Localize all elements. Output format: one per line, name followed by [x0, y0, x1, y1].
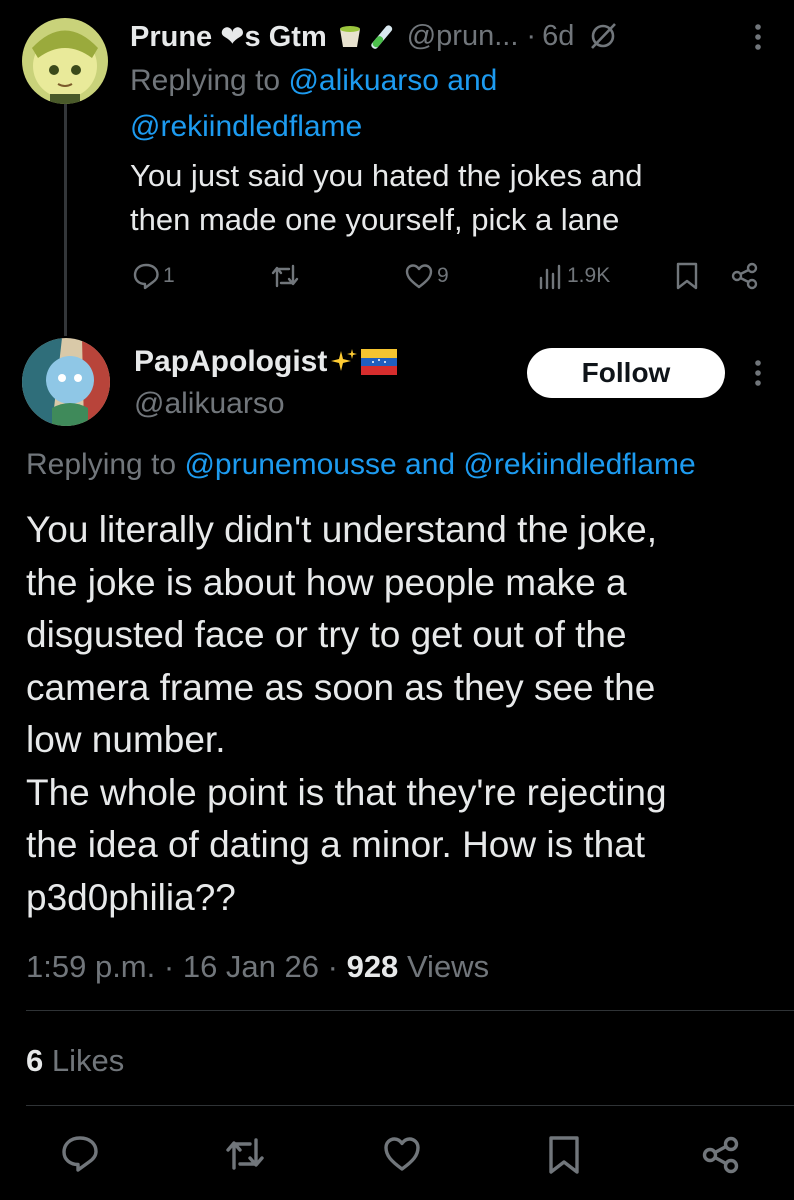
reply-button[interactable]: 1 [132, 254, 175, 298]
tweet-text-line: p3d0philia?? [26, 876, 236, 918]
tweet-text-line: disgusted face or try to get out of the [26, 614, 627, 655]
replying-label: Replying to [130, 64, 281, 97]
bookmark-button[interactable] [546, 1134, 582, 1176]
reply-icon [62, 1136, 98, 1172]
tweet-text-line: low number. [26, 719, 226, 760]
tweet-text-line: the joke is about how people make a [26, 561, 627, 603]
replying-label: Replying to [26, 448, 177, 481]
avatar[interactable] [22, 18, 108, 104]
tweet-text: You literally didn't understand the joke… [26, 504, 786, 924]
likes-count: 6 [26, 1043, 44, 1078]
separator-dot: · [163, 949, 175, 984]
thread-line [64, 104, 67, 336]
bookmark-button[interactable] [674, 254, 700, 298]
more-options-icon[interactable] [748, 356, 768, 390]
analytics-icon [538, 262, 564, 290]
bookmark-icon [674, 261, 700, 291]
like-button[interactable]: 9 [404, 254, 449, 298]
reply-header: Prune ❤s Gtm @prun... · 6d [130, 14, 618, 58]
reply-icon [132, 262, 160, 290]
repost-button[interactable] [270, 254, 300, 298]
heart-icon [384, 1137, 420, 1171]
repost-icon [226, 1138, 264, 1170]
share-button[interactable] [700, 1134, 742, 1176]
reply-text-line: then made one yourself, pick a lane [130, 202, 620, 237]
display-name[interactable]: PapApologist [134, 345, 327, 379]
tweet-text-line: You literally didn't understand the joke… [26, 509, 658, 550]
tweet-text-line: the idea of dating a minor. How is that [26, 824, 646, 865]
separator-dot: · [526, 19, 537, 52]
bookmark-icon [549, 1136, 579, 1174]
share-button[interactable] [730, 254, 760, 298]
likes-label: Likes [51, 1043, 125, 1078]
view-count: 1.9K [567, 264, 611, 287]
mention-link[interactable]: @alikuarso [288, 64, 439, 97]
sparkles-emoji [329, 347, 359, 377]
tweet-text-line: camera frame as soon as they see the [26, 666, 656, 708]
reply-count: 1 [163, 264, 175, 287]
like-button[interactable] [382, 1134, 422, 1174]
mention-link[interactable]: @rekiindledflame [463, 448, 695, 481]
grok-icon[interactable] [588, 21, 618, 51]
replying-and: and [447, 64, 498, 97]
reply-text: You just said you hated the jokes and th… [130, 154, 750, 242]
reply-text-line: You just said you hated the jokes and [130, 158, 643, 193]
heart-icon [404, 262, 434, 290]
avatar-image [22, 18, 108, 104]
handle[interactable]: @alikuarso [134, 384, 285, 424]
views-label: Views [406, 949, 490, 984]
repost-button[interactable] [224, 1134, 266, 1174]
share-icon [702, 1136, 739, 1174]
follow-button[interactable]: Follow [527, 348, 725, 398]
venezuela-flag-emoji [361, 349, 398, 375]
more-options-icon[interactable] [748, 20, 768, 54]
author-name[interactable]: PapApologist [134, 340, 398, 384]
separator-dot: · [327, 949, 338, 984]
replying-to: Replying to @alikuarso and @rekiindledfl… [130, 58, 630, 150]
reply-button[interactable] [60, 1134, 100, 1174]
share-icon [730, 261, 760, 291]
divider [26, 1105, 794, 1106]
tweet-date[interactable]: 16 Jan 26 [183, 949, 319, 984]
avatar-image [22, 338, 110, 426]
like-count: 9 [437, 264, 449, 287]
mention-link[interactable]: @rekiindledflame [130, 110, 362, 143]
likes-summary[interactable]: 6 Likes [26, 1040, 124, 1082]
tweet-text-line: The whole point is that they're rejectin… [26, 771, 667, 813]
avatar[interactable] [22, 338, 110, 426]
divider [26, 1010, 794, 1011]
tweet-meta: 1:59 p.m. · 16 Jan 26 · 928 Views [26, 946, 489, 988]
test-tube-emoji [367, 21, 397, 51]
display-name[interactable]: Prune ❤s Gtm [130, 19, 327, 54]
repost-icon [270, 262, 300, 290]
replying-and: and [405, 448, 456, 481]
handle[interactable]: @prun... [407, 20, 519, 53]
matcha-cup-emoji [335, 21, 365, 51]
replying-to: Replying to @prunemousse and @rekiindled… [26, 444, 696, 486]
timestamp[interactable]: 6d [542, 20, 574, 53]
views-count: 928 [346, 949, 399, 984]
mention-link[interactable]: @prunemousse [184, 448, 396, 481]
tweet-time[interactable]: 1:59 p.m. [26, 949, 155, 984]
views-button[interactable]: 1.9K [538, 254, 610, 298]
